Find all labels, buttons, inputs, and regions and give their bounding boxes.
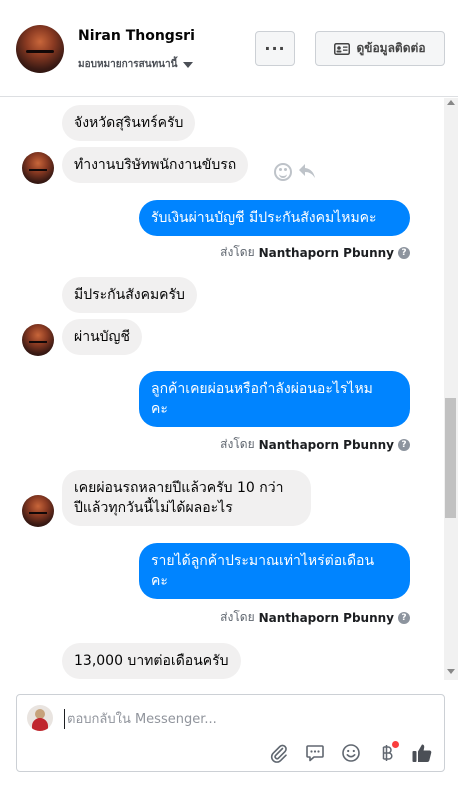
message-line: คะ: [151, 573, 168, 589]
outgoing-message[interactable]: รับเงินผ่านบัญชี มีประกันสังคมไหมคะ: [139, 200, 410, 236]
paperclip-icon: [270, 744, 287, 763]
outgoing-message[interactable]: รายได้ลูกค้าประมาณเท่าไหร่ต่อเดือน คะ: [139, 543, 410, 599]
outgoing-message[interactable]: ลูกค้าเคยผ่อนหรือกำลังผ่อนอะไรไหม คะ: [139, 371, 410, 427]
help-circle-icon[interactable]: ?: [398, 438, 410, 451]
message-line: คะ: [151, 401, 168, 417]
send-like-button[interactable]: [410, 741, 434, 765]
emoji-button[interactable]: [339, 741, 363, 765]
help-circle-icon[interactable]: ?: [398, 246, 410, 259]
attach-file-button[interactable]: [267, 741, 291, 765]
payment-button[interactable]: [375, 741, 399, 765]
sent-by-label: ส่งโดย Nanthaporn Pbunny ?: [220, 243, 410, 262]
kebab-more-icon: ···: [264, 39, 286, 58]
reply-composer: [16, 694, 445, 772]
view-contact-info-button[interactable]: ดูข้อมูลติดต่อ: [315, 31, 445, 66]
conversation-header: Niran Thongsri มอบหมายการสนทนานี้ ··· ดู…: [0, 0, 458, 97]
caret-down-icon: [183, 61, 194, 68]
more-options-button[interactable]: ···: [255, 31, 295, 66]
incoming-message[interactable]: เคยผ่อนรถหลายปีแล้วครับ 10 กว่า ปีแล้วทุ…: [62, 470, 311, 526]
contact-avatar[interactable]: [16, 25, 64, 73]
chat-bubble-icon: [306, 745, 324, 762]
notification-dot: [392, 741, 399, 748]
sent-by-agent: Nanthaporn Pbunny: [258, 245, 394, 260]
sent-by-prefix: ส่งโดย: [220, 437, 255, 451]
message-line: เคยผ่อนรถหลายปีแล้วครับ 10 กว่า: [74, 480, 284, 496]
sent-by-agent: Nanthaporn Pbunny: [258, 437, 394, 452]
sent-by-prefix: ส่งโดย: [220, 610, 255, 624]
incoming-message[interactable]: ทำงานบริษัทพนักงานขับรถ: [62, 147, 249, 183]
smiley-react-icon[interactable]: [274, 163, 292, 181]
reply-input[interactable]: [64, 709, 404, 729]
scrollbar-thumb[interactable]: [445, 398, 456, 518]
incoming-message[interactable]: มีประกันสังคมครับ: [62, 277, 197, 313]
scroll-down-arrow-icon[interactable]: [447, 669, 455, 674]
reply-arrow-icon[interactable]: [298, 161, 316, 181]
sent-by-agent: Nanthaporn Pbunny: [258, 610, 394, 625]
help-circle-icon[interactable]: ?: [398, 611, 410, 624]
incoming-message[interactable]: 13,000 บาทต่อเดือนครับ: [62, 643, 241, 679]
contact-card-icon: [334, 42, 351, 55]
sent-by-prefix: ส่งโดย: [220, 245, 255, 259]
incoming-message[interactable]: ผ่านบัญชี: [62, 319, 142, 355]
scrollbar-track[interactable]: [444, 98, 458, 680]
saved-replies-button[interactable]: [303, 741, 327, 765]
sent-by-label: ส่งโดย Nanthaporn Pbunny ?: [220, 608, 410, 627]
contact-avatar-small[interactable]: [22, 495, 54, 527]
contact-name[interactable]: Niran Thongsri: [78, 28, 195, 44]
incoming-message[interactable]: จังหวัดสุรินทร์ครับ: [62, 105, 196, 141]
thumbs-up-icon: [412, 744, 432, 762]
view-contact-info-label: ดูข้อมูลติดต่อ: [356, 41, 426, 55]
message-line: ปีแล้วทุกวันนี้ไม่ได้ผลอะไร: [74, 500, 233, 516]
assign-conversation-label: มอบหมายการสนทนานี้: [78, 59, 178, 70]
assign-conversation-dropdown[interactable]: มอบหมายการสนทนานี้: [78, 57, 194, 72]
message-line: รายได้ลูกค้าประมาณเท่าไหร่ต่อเดือน: [151, 553, 375, 569]
contact-avatar-small[interactable]: [22, 324, 54, 356]
message-line: ลูกค้าเคยผ่อนหรือกำลังผ่อนอะไรไหม: [151, 381, 373, 397]
page-avatar: [27, 705, 53, 731]
sent-by-label: ส่งโดย Nanthaporn Pbunny ?: [220, 435, 410, 454]
emoji-icon: [342, 744, 360, 762]
contact-avatar-small[interactable]: [22, 152, 54, 184]
scroll-up-arrow-icon[interactable]: [447, 100, 455, 105]
